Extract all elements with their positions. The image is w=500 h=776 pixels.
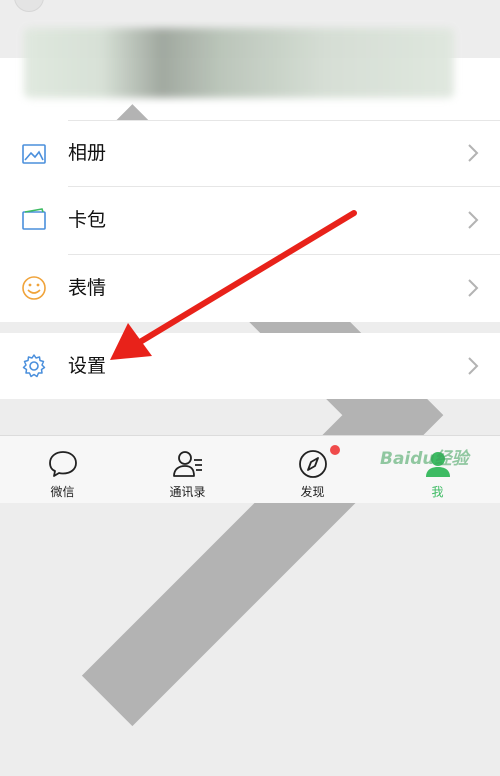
tab-label: 通讯录 bbox=[169, 485, 206, 499]
chevron-right-icon bbox=[468, 211, 479, 229]
chevron-right-icon bbox=[468, 144, 479, 162]
menu-item-label: 卡包 bbox=[68, 209, 107, 231]
chevron-right-icon bbox=[468, 357, 479, 375]
album-icon bbox=[22, 144, 46, 164]
tab-label: 微信 bbox=[50, 485, 75, 499]
watermark-logo: Baidu经验 bbox=[380, 449, 469, 469]
menu-item-label: 相册 bbox=[68, 142, 107, 164]
menu-item-card-wallet[interactable]: 卡包 bbox=[0, 186, 500, 254]
tab-label: 发现 bbox=[300, 485, 325, 499]
menu-item-label: 表情 bbox=[68, 277, 107, 299]
menu-item-album[interactable]: 相册 bbox=[0, 120, 500, 186]
profile-blurred-content bbox=[24, 28, 454, 98]
row-divider bbox=[68, 186, 500, 187]
profile-card[interactable] bbox=[0, 28, 500, 727]
gear-icon bbox=[22, 354, 46, 378]
tab-label: 我 bbox=[431, 485, 444, 499]
card-wallet-icon bbox=[22, 208, 46, 230]
row-divider bbox=[68, 120, 500, 121]
tab-contacts[interactable]: 通讯录 bbox=[125, 436, 250, 503]
menu-item-label: 设置 bbox=[68, 355, 107, 377]
contacts-icon bbox=[173, 451, 202, 477]
menu-item-settings[interactable]: 设置 bbox=[0, 333, 500, 399]
chevron-right-icon bbox=[468, 279, 479, 297]
tab-chats[interactable]: 微信 bbox=[0, 436, 125, 503]
emoji-icon bbox=[22, 276, 46, 300]
menu-item-emoji[interactable]: 表情 bbox=[0, 254, 500, 322]
notification-dot bbox=[330, 445, 340, 455]
row-divider bbox=[68, 254, 500, 255]
tab-discover[interactable]: 发现 bbox=[250, 436, 375, 503]
compass-icon bbox=[299, 450, 327, 478]
chat-bubble-icon bbox=[49, 451, 77, 477]
header-avatar-edge bbox=[14, 0, 44, 12]
